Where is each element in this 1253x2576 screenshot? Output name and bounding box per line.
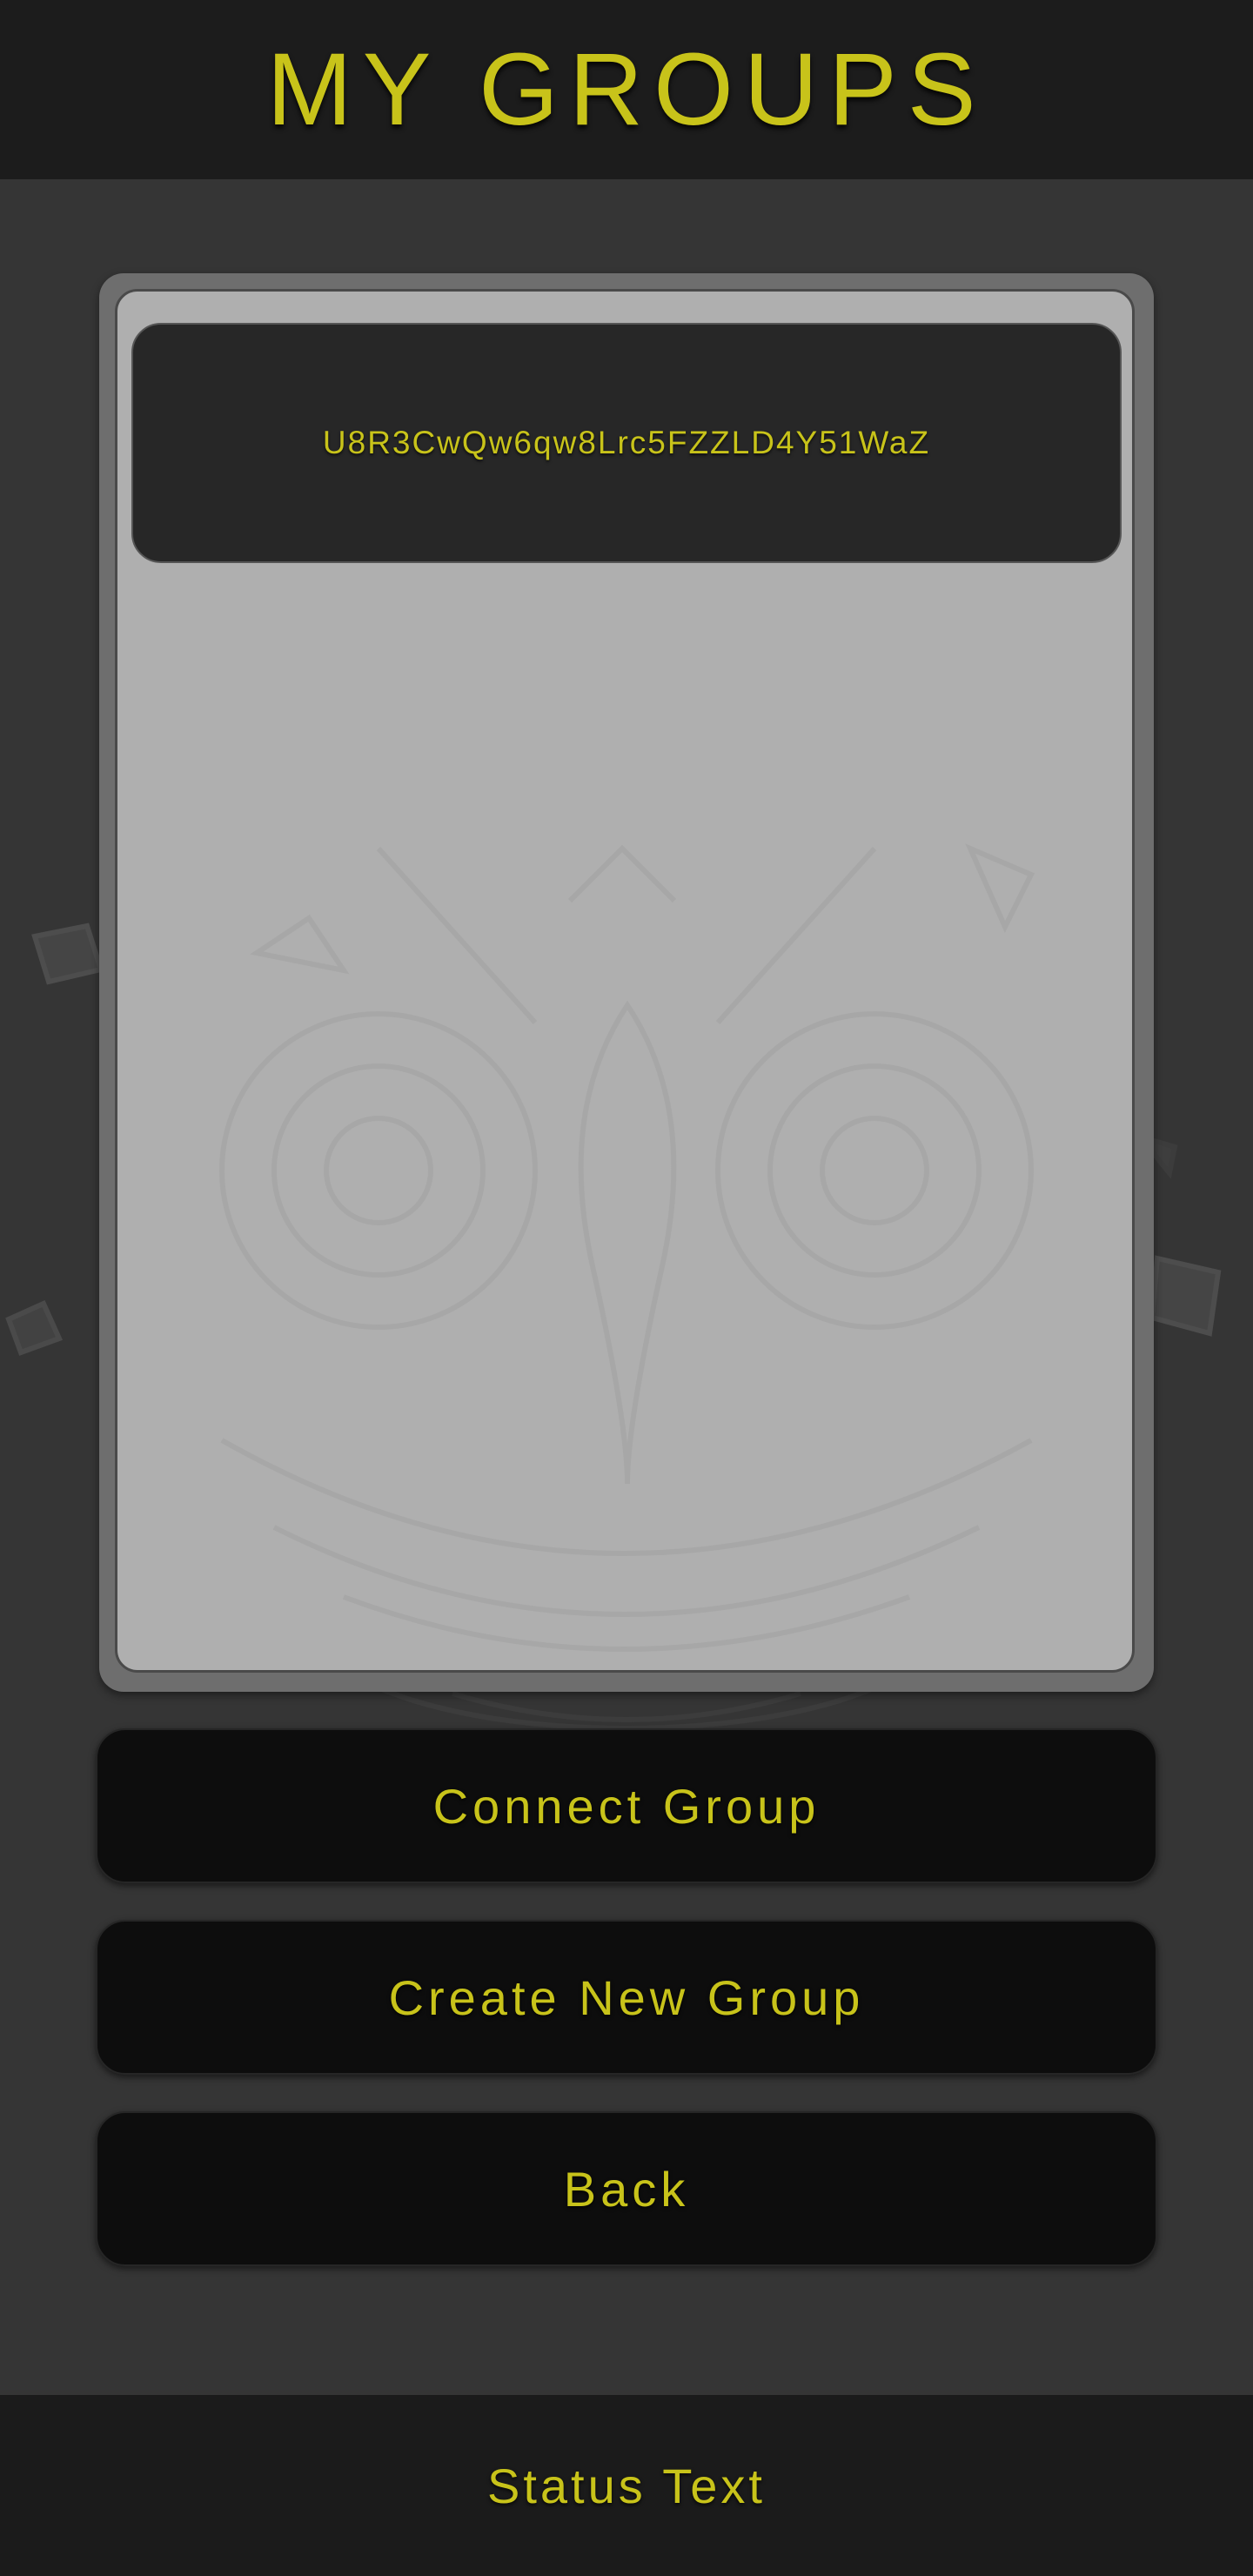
connect-group-label: Connect Group (432, 1778, 821, 1834)
group-id-label: U8R3CwQw6qw8Lrc5FZZLD4Y51WaZ (322, 425, 931, 460)
create-new-group-button[interactable]: Create New Group (96, 1920, 1157, 2075)
group-list-item[interactable]: U8R3CwQw6qw8Lrc5FZZLD4Y51WaZ (131, 323, 1122, 563)
create-new-group-label: Create New Group (388, 1969, 865, 2025)
app-header: MY GROUPS (0, 0, 1253, 179)
connect-group-button[interactable]: Connect Group (96, 1728, 1157, 1883)
groups-list[interactable]: U8R3CwQw6qw8Lrc5FZZLD4Y51WaZ (115, 289, 1135, 1673)
status-text: Status Text (486, 2458, 766, 2513)
back-button[interactable]: Back (96, 2111, 1157, 2266)
page-title: MY GROUPS (266, 32, 987, 147)
main-content: U8R3CwQw6qw8Lrc5FZZLD4Y51WaZ Connect Gro… (0, 179, 1253, 2395)
groups-list-frame: U8R3CwQw6qw8Lrc5FZZLD4Y51WaZ (99, 273, 1154, 1692)
status-bar: Status Text (0, 2395, 1253, 2576)
back-label: Back (563, 2161, 690, 2217)
